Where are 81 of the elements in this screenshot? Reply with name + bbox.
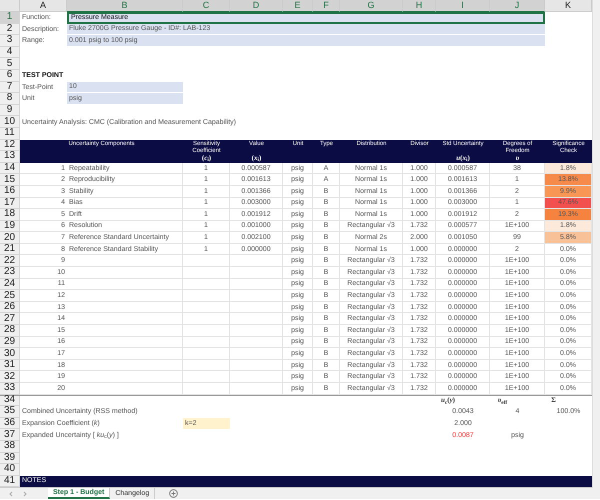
empty-cell — [230, 290, 283, 302]
column-header[interactable]: F — [313, 0, 340, 12]
empty-cell — [183, 360, 230, 372]
empty-cell — [230, 336, 283, 348]
empty-cell — [230, 267, 283, 279]
row-header[interactable]: 6 — [0, 70, 20, 82]
column-header[interactable]: C — [183, 0, 230, 12]
column-header[interactable]: K — [545, 0, 592, 12]
row-header[interactable]: 13 — [0, 151, 20, 163]
row-header[interactable]: 38 — [0, 440, 20, 453]
row-header[interactable]: 8 — [0, 93, 20, 105]
row-header[interactable]: 5 — [0, 58, 20, 70]
row-header[interactable]: 40 — [0, 464, 20, 476]
row-header[interactable]: 39 — [0, 452, 20, 464]
empty-cell — [230, 325, 283, 337]
row-header[interactable]: 33 — [0, 383, 20, 395]
row-header[interactable]: 23 — [0, 267, 20, 279]
empty-cell — [183, 267, 230, 279]
row-header[interactable]: 17 — [0, 198, 20, 210]
row-header[interactable]: 21 — [0, 244, 20, 256]
row-header[interactable]: 2 — [0, 24, 20, 36]
row-header[interactable]: 32 — [0, 371, 20, 383]
row-header[interactable]: 24 — [0, 278, 20, 290]
empty-cell — [183, 325, 230, 337]
row-header[interactable]: 36 — [0, 418, 20, 430]
row-header[interactable]: 28 — [0, 325, 20, 337]
row-header[interactable]: 37 — [0, 429, 20, 441]
empty-cell — [230, 360, 283, 372]
empty-cell — [230, 348, 283, 360]
row-header[interactable]: 4 — [0, 46, 20, 58]
empty-cell — [183, 336, 230, 348]
column-header[interactable]: A — [20, 0, 67, 12]
row-header[interactable]: 15 — [0, 174, 20, 186]
row-header[interactable]: 19 — [0, 220, 20, 232]
row-header[interactable]: 7 — [0, 82, 20, 94]
column-header[interactable]: J — [490, 0, 545, 12]
column-header[interactable]: B — [67, 0, 183, 12]
scroll-right-icon[interactable] — [22, 490, 28, 497]
empty-cell — [183, 371, 230, 383]
empty-cell — [183, 313, 230, 326]
row-header[interactable]: 18 — [0, 209, 20, 221]
row-header[interactable]: 14 — [0, 162, 20, 174]
column-header[interactable]: D — [230, 0, 283, 12]
column-header[interactable]: E — [283, 0, 313, 12]
scroll-left-icon[interactable] — [8, 490, 14, 497]
row-header[interactable]: 22 — [0, 255, 20, 268]
empty-cell — [230, 371, 283, 383]
row-header[interactable]: 20 — [0, 232, 20, 244]
row-header[interactable]: 25 — [0, 290, 20, 302]
row-header[interactable]: 1 — [0, 12, 20, 24]
row-header[interactable]: 11 — [0, 128, 20, 140]
empty-cell — [183, 302, 230, 314]
empty-cell — [183, 348, 230, 360]
row-header[interactable]: 12 — [0, 140, 20, 152]
row-header[interactable]: 29 — [0, 336, 20, 348]
empty-cell — [230, 278, 283, 290]
row-header[interactable]: 34 — [0, 396, 20, 406]
column-header[interactable]: I — [436, 0, 490, 12]
row-header[interactable]: 3 — [0, 35, 20, 47]
empty-cell — [183, 290, 230, 302]
column-header[interactable]: G — [340, 0, 403, 12]
empty-cell — [230, 302, 283, 314]
row-header[interactable]: 27 — [0, 313, 20, 326]
row-header[interactable]: 30 — [0, 348, 20, 360]
empty-cell — [230, 255, 283, 268]
row-header[interactable]: 35 — [0, 406, 20, 418]
vertical-scrollbar[interactable] — [592, 0, 600, 488]
row-header[interactable]: 26 — [0, 302, 20, 314]
empty-cell — [183, 255, 230, 268]
empty-cell — [183, 383, 230, 395]
empty-cell — [230, 383, 283, 395]
empty-cell — [183, 278, 230, 290]
row-header[interactable]: 10 — [0, 116, 20, 128]
select-all-corner[interactable] — [0, 0, 20, 12]
row-header[interactable]: 9 — [0, 104, 20, 116]
column-header[interactable]: H — [403, 0, 436, 12]
row-header[interactable]: 31 — [0, 360, 20, 372]
row-header[interactable]: 16 — [0, 186, 20, 198]
add-sheet-icon[interactable] — [169, 489, 178, 498]
row-header[interactable]: 41 — [0, 476, 20, 488]
empty-cell — [230, 313, 283, 326]
